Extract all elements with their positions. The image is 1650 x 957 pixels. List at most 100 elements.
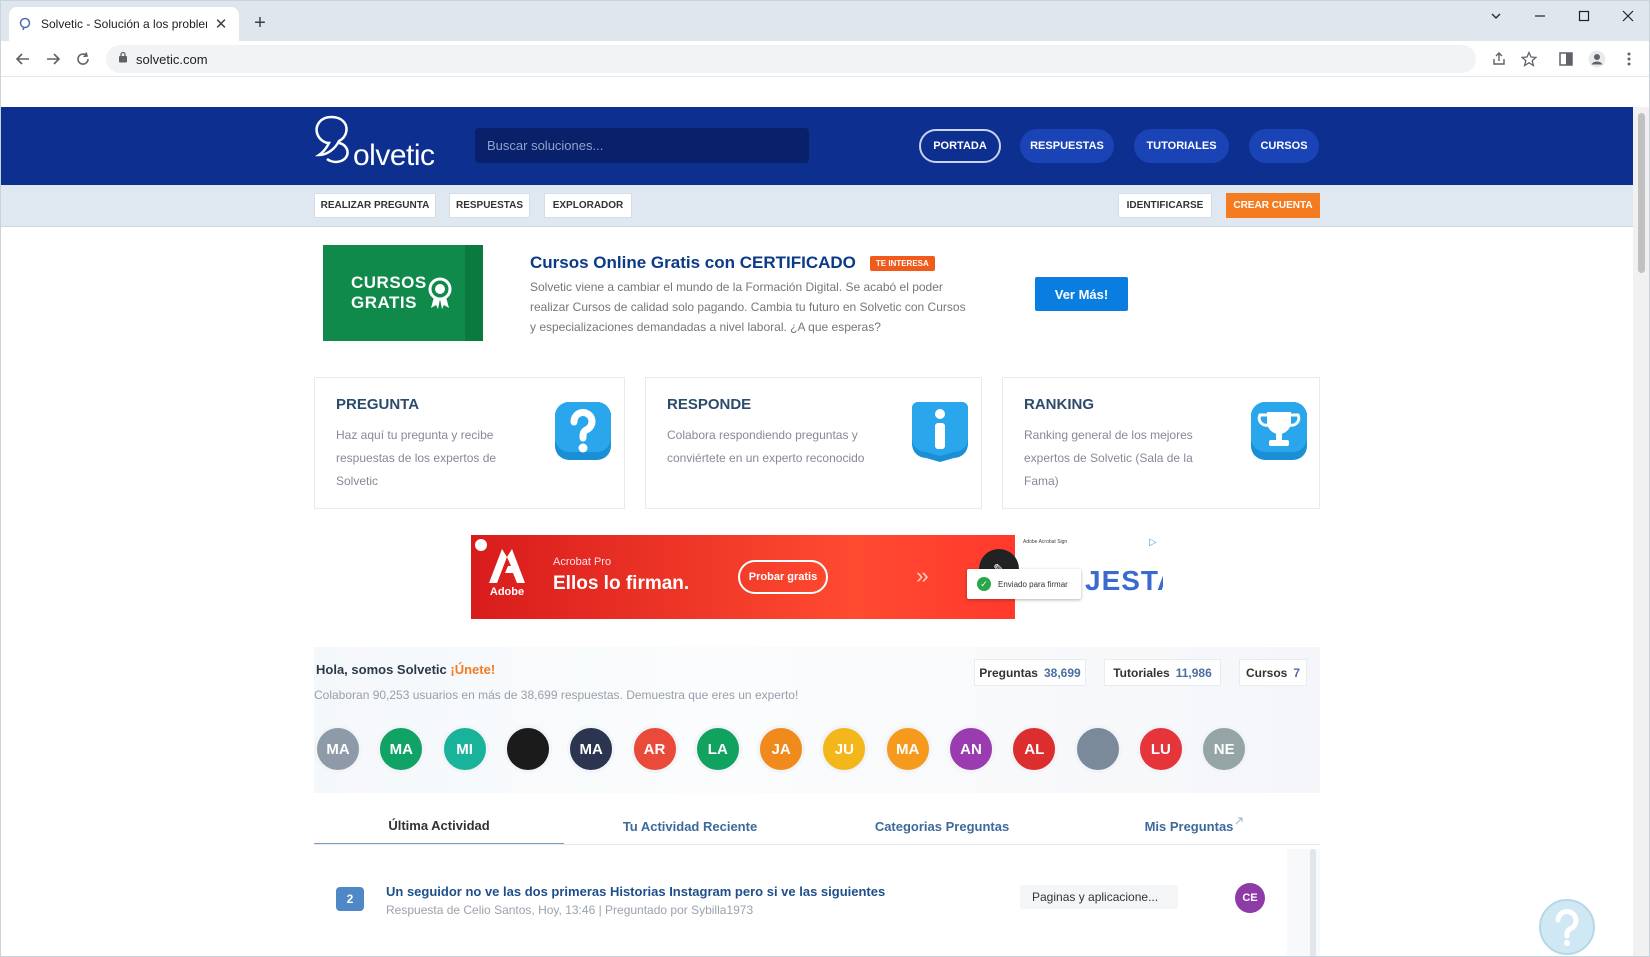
explorer-button[interactable]: EXPLORADOR bbox=[544, 193, 632, 218]
forward-icon[interactable] bbox=[41, 47, 65, 71]
nav-tutoriales[interactable]: TUTORIALES bbox=[1134, 129, 1229, 163]
join-link[interactable]: ¡Únete! bbox=[450, 662, 495, 677]
member-avatar[interactable] bbox=[1073, 725, 1122, 773]
member-avatar[interactable]: LA bbox=[693, 725, 742, 773]
promo-badge: TE INTERESA bbox=[869, 255, 935, 271]
card-pregunta[interactable]: PREGUNTA Haz aquí tu pregunta y recibe r… bbox=[314, 377, 625, 509]
adobe-ad-banner[interactable]: Adobe Acrobat Pro Ellos lo firman. Proba… bbox=[471, 535, 1163, 619]
see-more-button[interactable]: Ver Más! bbox=[1035, 277, 1128, 311]
scrollbar-thumb[interactable] bbox=[1638, 113, 1645, 273]
community-hello: Hola, somos Solvetic ¡Únete! bbox=[316, 662, 495, 677]
search-input[interactable] bbox=[487, 138, 797, 153]
card-responde[interactable]: RESPONDE Colabora respondiendo preguntas… bbox=[645, 377, 982, 509]
user-avatar[interactable]: CE bbox=[1235, 883, 1265, 913]
adobe-logo: Adobe bbox=[487, 549, 527, 605]
info-icon bbox=[912, 402, 968, 462]
adobe-a-icon bbox=[489, 549, 525, 583]
tab-close-icon[interactable]: ✕ bbox=[213, 15, 229, 33]
search-box[interactable] bbox=[475, 128, 809, 163]
member-avatar[interactable] bbox=[503, 725, 552, 773]
member-avatar[interactable]: MA bbox=[567, 725, 616, 773]
banner-line-1: CURSOS bbox=[351, 273, 427, 292]
profile-icon[interactable] bbox=[1585, 47, 1609, 71]
reload-icon[interactable] bbox=[71, 47, 95, 71]
tab-my-questions[interactable]: Mis Preguntas bbox=[1068, 807, 1320, 845]
activity-list: 2 Un seguidor no ve las dos primeras His… bbox=[314, 849, 1320, 956]
member-avatar[interactable]: AR bbox=[630, 725, 679, 773]
browser-toolbar: solvetic.com bbox=[1, 41, 1649, 77]
member-avatar[interactable]: AN bbox=[947, 725, 995, 773]
tab-question-categories[interactable]: Categorias Preguntas bbox=[816, 807, 1068, 845]
award-ribbon-icon bbox=[428, 277, 452, 309]
nav-portada[interactable]: PORTADA bbox=[919, 129, 1001, 163]
tab-latest-activity[interactable]: Última Actividad bbox=[314, 807, 564, 845]
activity-title[interactable]: Un seguidor no ve las dos primeras Histo… bbox=[386, 884, 885, 899]
tab-search-icon[interactable] bbox=[1473, 1, 1519, 31]
maximize-icon[interactable] bbox=[1561, 1, 1607, 31]
stat-value: 7 bbox=[1293, 665, 1301, 680]
address-bar[interactable]: solvetic.com bbox=[106, 45, 1476, 73]
member-avatar[interactable]: MA bbox=[883, 725, 932, 773]
nav-respuestas[interactable]: RESPUESTAS bbox=[1020, 129, 1114, 163]
popup-text: Enviado para firmar bbox=[998, 579, 1068, 589]
ask-question-button[interactable]: REALIZAR PREGUNTA bbox=[314, 193, 436, 218]
stat-label: Tutoriales bbox=[1113, 665, 1170, 680]
page-scrollbar[interactable] bbox=[1633, 107, 1649, 956]
login-button[interactable]: IDENTIFICARSE bbox=[1118, 193, 1212, 218]
tabs-divider bbox=[314, 844, 1320, 845]
trophy-icon bbox=[1251, 402, 1307, 460]
card-description: Ranking general de los mejores expertos … bbox=[1024, 428, 1193, 488]
tab-label: Mis Preguntas bbox=[1144, 818, 1234, 834]
nav-cursos[interactable]: CURSOS bbox=[1249, 129, 1319, 163]
browser-tab[interactable]: Solvetic - Solución a los problem ✕ bbox=[9, 7, 239, 41]
lock-icon[interactable] bbox=[118, 50, 128, 68]
list-scrollbar[interactable] bbox=[1310, 849, 1316, 956]
tab-strip: Solvetic - Solución a los problem ✕ + bbox=[1, 1, 1649, 41]
ad-choices-icon[interactable]: ▷ bbox=[1149, 537, 1161, 549]
help-question-icon bbox=[1555, 909, 1579, 946]
category-tag[interactable]: Paginas y aplicacione... bbox=[1020, 885, 1178, 909]
stat-tutorials[interactable]: Tutoriales 11,986 bbox=[1104, 659, 1221, 686]
member-avatar[interactable]: MI bbox=[440, 725, 489, 773]
try-free-button[interactable]: Probar gratis bbox=[738, 560, 828, 594]
side-panel-icon[interactable] bbox=[1554, 47, 1578, 71]
site-header: olvetic PORTADA RESPUESTAS TUTORIALES CU… bbox=[1, 107, 1633, 185]
chevrons-icon: ›› bbox=[916, 563, 929, 588]
ad-right-top: Adobe Acrobat Sign bbox=[1023, 539, 1068, 545]
bookmark-star-icon[interactable] bbox=[1517, 47, 1541, 71]
close-window-icon[interactable] bbox=[1605, 1, 1649, 31]
member-avatar[interactable]: MA bbox=[377, 725, 426, 773]
back-icon[interactable] bbox=[11, 47, 35, 71]
url-text: solvetic.com bbox=[136, 51, 208, 67]
member-avatar[interactable]: NE bbox=[1200, 725, 1249, 773]
answers-button[interactable]: RESPUESTAS bbox=[449, 193, 530, 218]
share-icon[interactable] bbox=[1487, 47, 1511, 71]
help-button[interactable] bbox=[1539, 899, 1595, 955]
activity-row[interactable]: 2 Un seguidor no ve las dos primeras His… bbox=[314, 849, 1287, 956]
browser-window: Solvetic - Solución a los problem ✕ + so… bbox=[0, 0, 1650, 957]
ad-subtitle: Acrobat Pro bbox=[553, 556, 612, 568]
card-description: Haz aquí tu pregunta y recibe respuestas… bbox=[336, 428, 497, 488]
stat-courses[interactable]: Cursos 7 bbox=[1239, 659, 1307, 686]
stat-questions[interactable]: Preguntas 38,699 bbox=[974, 659, 1086, 686]
minimize-icon[interactable] bbox=[1517, 1, 1563, 31]
free-courses-banner[interactable]: CURSOS GRATIS bbox=[323, 245, 483, 341]
member-avatar[interactable]: AL bbox=[1010, 725, 1059, 773]
promo-heading[interactable]: Cursos Online Gratis con CERTIFICADO TE … bbox=[530, 253, 935, 273]
register-button[interactable]: CREAR CUENTA bbox=[1226, 193, 1320, 218]
card-ranking[interactable]: RANKING Ranking general de los mejores e… bbox=[1002, 377, 1320, 509]
menu-dots-icon[interactable] bbox=[1617, 47, 1641, 71]
promo-title[interactable]: Cursos Online Gratis con CERTIFICADO bbox=[530, 253, 856, 273]
member-avatar[interactable]: MA bbox=[314, 725, 362, 773]
member-avatar[interactable]: JA bbox=[757, 725, 806, 773]
ad-badge-icon[interactable] bbox=[475, 539, 487, 551]
answer-count-badge: 2 bbox=[336, 887, 364, 911]
new-tab-icon[interactable]: + bbox=[249, 12, 271, 34]
promo-description: Solvetic viene a cambiar el mundo de la … bbox=[530, 280, 966, 334]
question-icon bbox=[555, 402, 611, 460]
member-avatar[interactable]: LU bbox=[1136, 725, 1185, 773]
member-avatar[interactable]: JU bbox=[820, 725, 869, 773]
tab-my-recent-activity[interactable]: Tu Actividad Reciente bbox=[564, 807, 816, 845]
banner-text: CURSOS GRATIS bbox=[351, 273, 427, 313]
solvetic-logo[interactable]: olvetic bbox=[313, 113, 443, 173]
